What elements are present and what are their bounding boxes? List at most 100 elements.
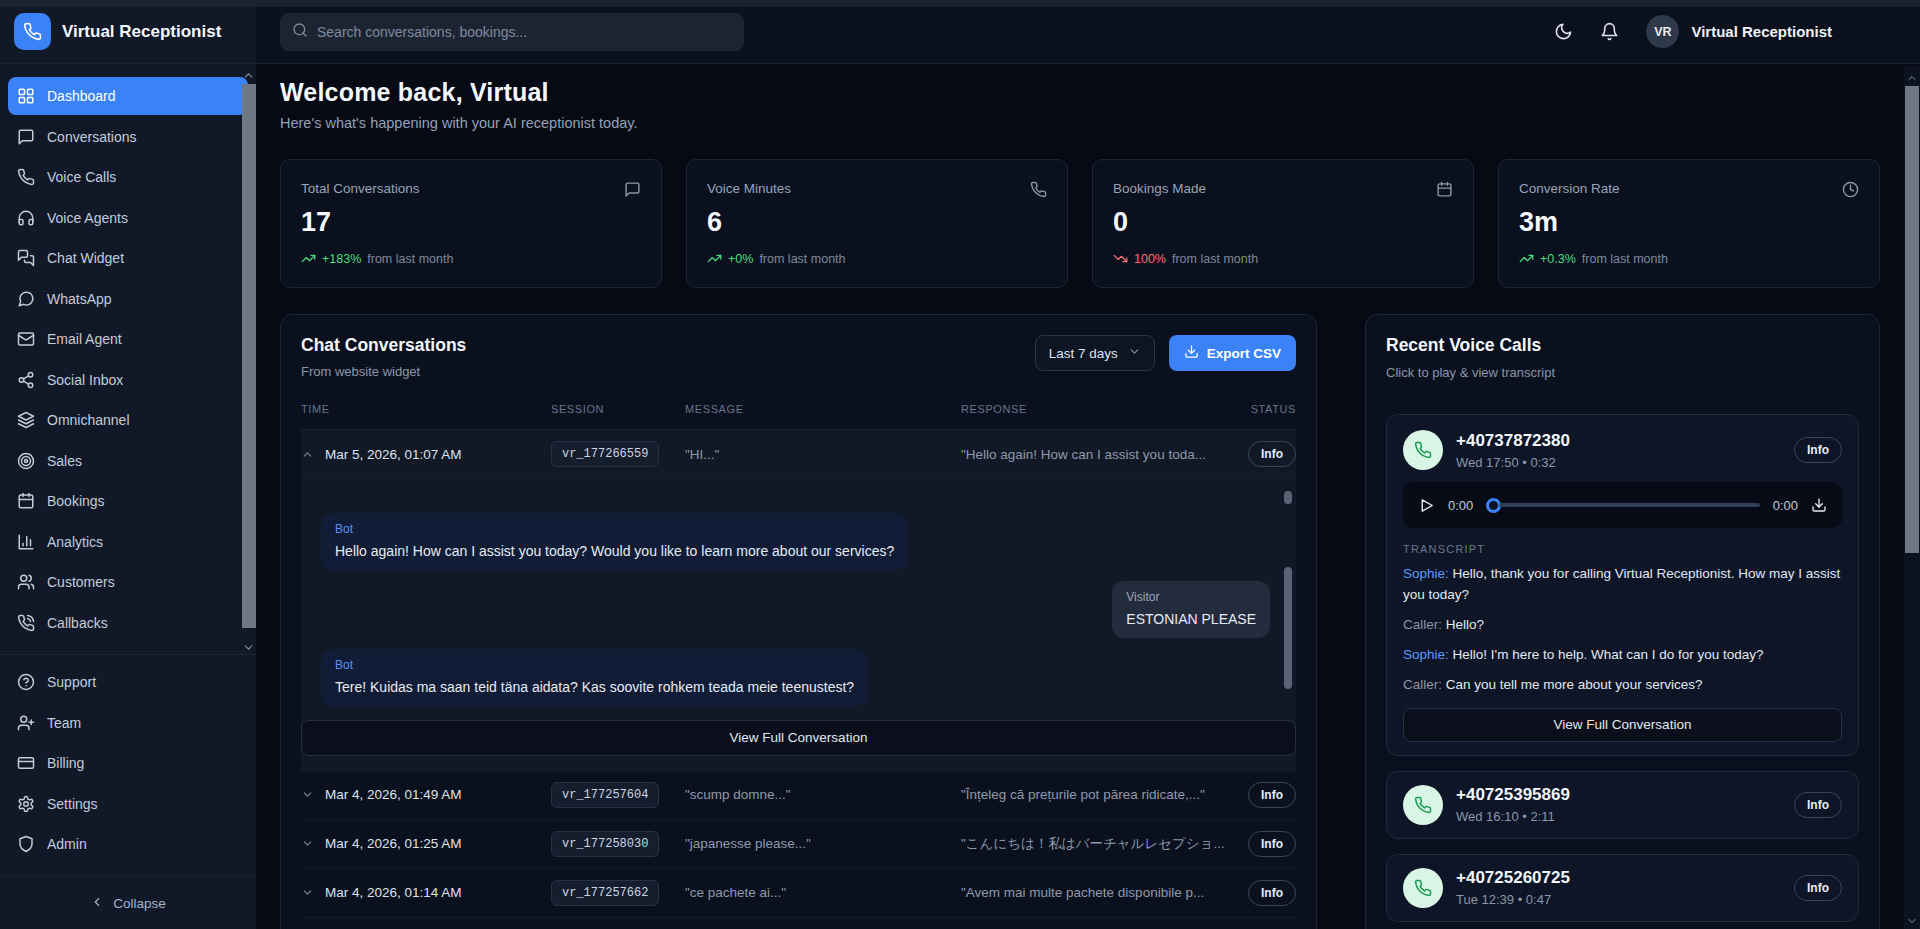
- voice-panel-subtitle: Click to play & view transcript: [1386, 365, 1859, 380]
- user-avatar[interactable]: VR: [1646, 15, 1679, 48]
- play-icon[interactable]: [1418, 497, 1435, 514]
- row-time: Mar 5, 2026, 01:07 AM: [325, 447, 462, 462]
- player-track: [1499, 503, 1759, 507]
- export-csv-button[interactable]: Export CSV: [1169, 335, 1296, 371]
- sidebar-item-billing[interactable]: Billing: [8, 744, 248, 782]
- sidebar-item-customers[interactable]: Customers: [8, 563, 248, 601]
- sidebar-item-voice-calls[interactable]: Voice Calls: [8, 158, 248, 196]
- sidebar-item-label: Callbacks: [47, 615, 108, 631]
- voice-call-card[interactable]: +40725260725 Tue 12:39 • 0:47 Info: [1386, 854, 1859, 922]
- info-button[interactable]: Info: [1248, 441, 1296, 467]
- chevron-down-icon[interactable]: [301, 886, 314, 899]
- call-number: +40737872380: [1456, 431, 1570, 451]
- search-box[interactable]: [280, 13, 744, 51]
- sidebar-item-admin[interactable]: Admin: [8, 825, 248, 863]
- view-full-conversation-button[interactable]: View Full Conversation: [1403, 708, 1842, 742]
- sidebar-item-social-inbox[interactable]: Social Inbox: [8, 361, 248, 399]
- page-scrollbar-thumb[interactable]: [1905, 86, 1919, 553]
- sidebar-item-settings[interactable]: Settings: [8, 785, 248, 823]
- sidebar-item-bookings[interactable]: Bookings: [8, 482, 248, 520]
- sidebar-scrollbar-thumb[interactable]: [242, 84, 256, 628]
- player-total-time: 0:00: [1773, 498, 1798, 513]
- dark-mode-toggle-moon-icon[interactable]: [1554, 22, 1574, 42]
- sidebar-item-sales[interactable]: Sales: [8, 442, 248, 480]
- collapse-button[interactable]: Collapse: [0, 876, 256, 929]
- chevron-down-icon[interactable]: [301, 788, 314, 801]
- stat-label: Conversion Rate: [1519, 181, 1620, 196]
- sidebar-item-analytics[interactable]: Analytics: [8, 523, 248, 561]
- notifications-bell-icon[interactable]: [1600, 22, 1620, 42]
- sidebar-scrollbar[interactable]: [241, 66, 256, 645]
- sidebar-item-team[interactable]: Team: [8, 704, 248, 742]
- transcript-label: TRANSCRIPT: [1403, 543, 1842, 555]
- table-row[interactable]: Mar 5, 2026, 01:07 AM vr_177266559 "HI..…: [301, 430, 1296, 479]
- page-scrollbar[interactable]: [1904, 66, 1920, 929]
- voice-call-card[interactable]: +40737872380 Wed 17:50 • 0:32 Info 0:00 …: [1386, 414, 1859, 756]
- sidebar-item-label: Admin: [47, 836, 87, 852]
- audio-player: 0:00 0:00: [1403, 482, 1842, 528]
- chat-scrollbar-piece[interactable]: [1284, 491, 1292, 504]
- table-row[interactable]: Mar 4, 2026, 01:49 AM vr_177257604 "scum…: [301, 770, 1296, 819]
- user-name: Virtual Receptionist: [1691, 23, 1832, 40]
- sidebar-item-label: WhatsApp: [47, 291, 112, 307]
- row-time: Mar 4, 2026, 01:14 AM: [325, 885, 462, 900]
- dashboard-icon: [17, 87, 35, 105]
- chat-panel-subtitle: From website widget: [301, 364, 466, 379]
- page-title: Welcome back, Virtual: [280, 78, 1880, 107]
- table-row[interactable]: Mar 4, 2026, 01:14 AM vr_177257662 "ce p…: [301, 868, 1296, 917]
- scroll-up-icon[interactable]: [242, 68, 255, 81]
- chat-scrollbar-thumb[interactable]: [1284, 567, 1292, 689]
- sidebar-item-label: Social Inbox: [47, 372, 123, 388]
- date-range-select[interactable]: Last 7 days: [1035, 335, 1155, 371]
- voice-call-card[interactable]: +40725395869 Wed 16:10 • 2:11 Info: [1386, 771, 1859, 839]
- scroll-down-icon[interactable]: [1906, 913, 1918, 925]
- info-button[interactable]: Info: [1794, 792, 1842, 818]
- table-row[interactable]: [301, 917, 1296, 929]
- stat-label: Voice Minutes: [707, 181, 791, 196]
- call-number: +40725395869: [1456, 785, 1570, 805]
- download-icon[interactable]: [1811, 497, 1827, 513]
- stat-label: Bookings Made: [1113, 181, 1206, 196]
- sidebar-item-dashboard[interactable]: Dashboard: [8, 77, 248, 115]
- info-button[interactable]: Info: [1248, 831, 1296, 857]
- info-button[interactable]: Info: [1248, 880, 1296, 906]
- column-header-session: SESSION: [551, 391, 685, 430]
- info-button[interactable]: Info: [1794, 437, 1842, 463]
- sidebar-item-voice-agents[interactable]: Voice Agents: [8, 199, 248, 237]
- scroll-down-icon[interactable]: [242, 640, 255, 653]
- transcript-speaker: Caller:: [1403, 617, 1442, 632]
- stat-value: 17: [301, 207, 641, 238]
- scroll-up-icon[interactable]: [1906, 70, 1918, 82]
- call-meta: Wed 17:50 • 0:32: [1456, 455, 1570, 470]
- sidebar-item-omnichannel[interactable]: Omnichannel: [8, 401, 248, 439]
- transcript-speaker: Sophie:: [1403, 647, 1449, 662]
- info-button[interactable]: Info: [1794, 875, 1842, 901]
- sidebar-item-callbacks[interactable]: Callbacks: [8, 604, 248, 642]
- share-icon: [17, 371, 35, 389]
- row-message: "ce pachete ai...": [685, 868, 961, 917]
- row-time: Mar 4, 2026, 01:49 AM: [325, 787, 462, 802]
- chevron-up-icon[interactable]: [301, 448, 314, 461]
- sidebar-item-chat-widget[interactable]: Chat Widget: [8, 239, 248, 277]
- trending-up-icon: [301, 251, 316, 266]
- window-top-edge: [0, 0, 1920, 7]
- chevron-down-icon[interactable]: [301, 837, 314, 850]
- player-slider[interactable]: [1486, 498, 1759, 513]
- sidebar-item-support[interactable]: Support: [8, 663, 248, 701]
- search-input[interactable]: [317, 24, 697, 40]
- sidebar-item-conversations[interactable]: Conversations: [8, 118, 248, 156]
- sidebar-item-label: Conversations: [47, 129, 137, 145]
- view-full-conversation-button[interactable]: View Full Conversation: [301, 720, 1296, 756]
- table-row[interactable]: Mar 4, 2026, 01:25 AM vr_177258030 "japa…: [301, 819, 1296, 868]
- row-response: [961, 917, 1232, 929]
- sidebar-item-whatsapp[interactable]: WhatsApp: [8, 280, 248, 318]
- stats-row: Total Conversations 17 +183% from last m…: [280, 159, 1880, 288]
- chat-bubble-bot: Bot Hello again! How can I assist you to…: [321, 513, 908, 570]
- sidebar-item-email-agent[interactable]: Email Agent: [8, 320, 248, 358]
- session-id-badge: vr_177258030: [551, 831, 659, 857]
- stat-delta: +0.3%: [1540, 252, 1576, 266]
- help-circle-icon: [17, 673, 35, 691]
- column-header-message: MESSAGE: [685, 391, 961, 430]
- info-button[interactable]: Info: [1248, 782, 1296, 808]
- stat-delta-note: from last month: [759, 252, 845, 266]
